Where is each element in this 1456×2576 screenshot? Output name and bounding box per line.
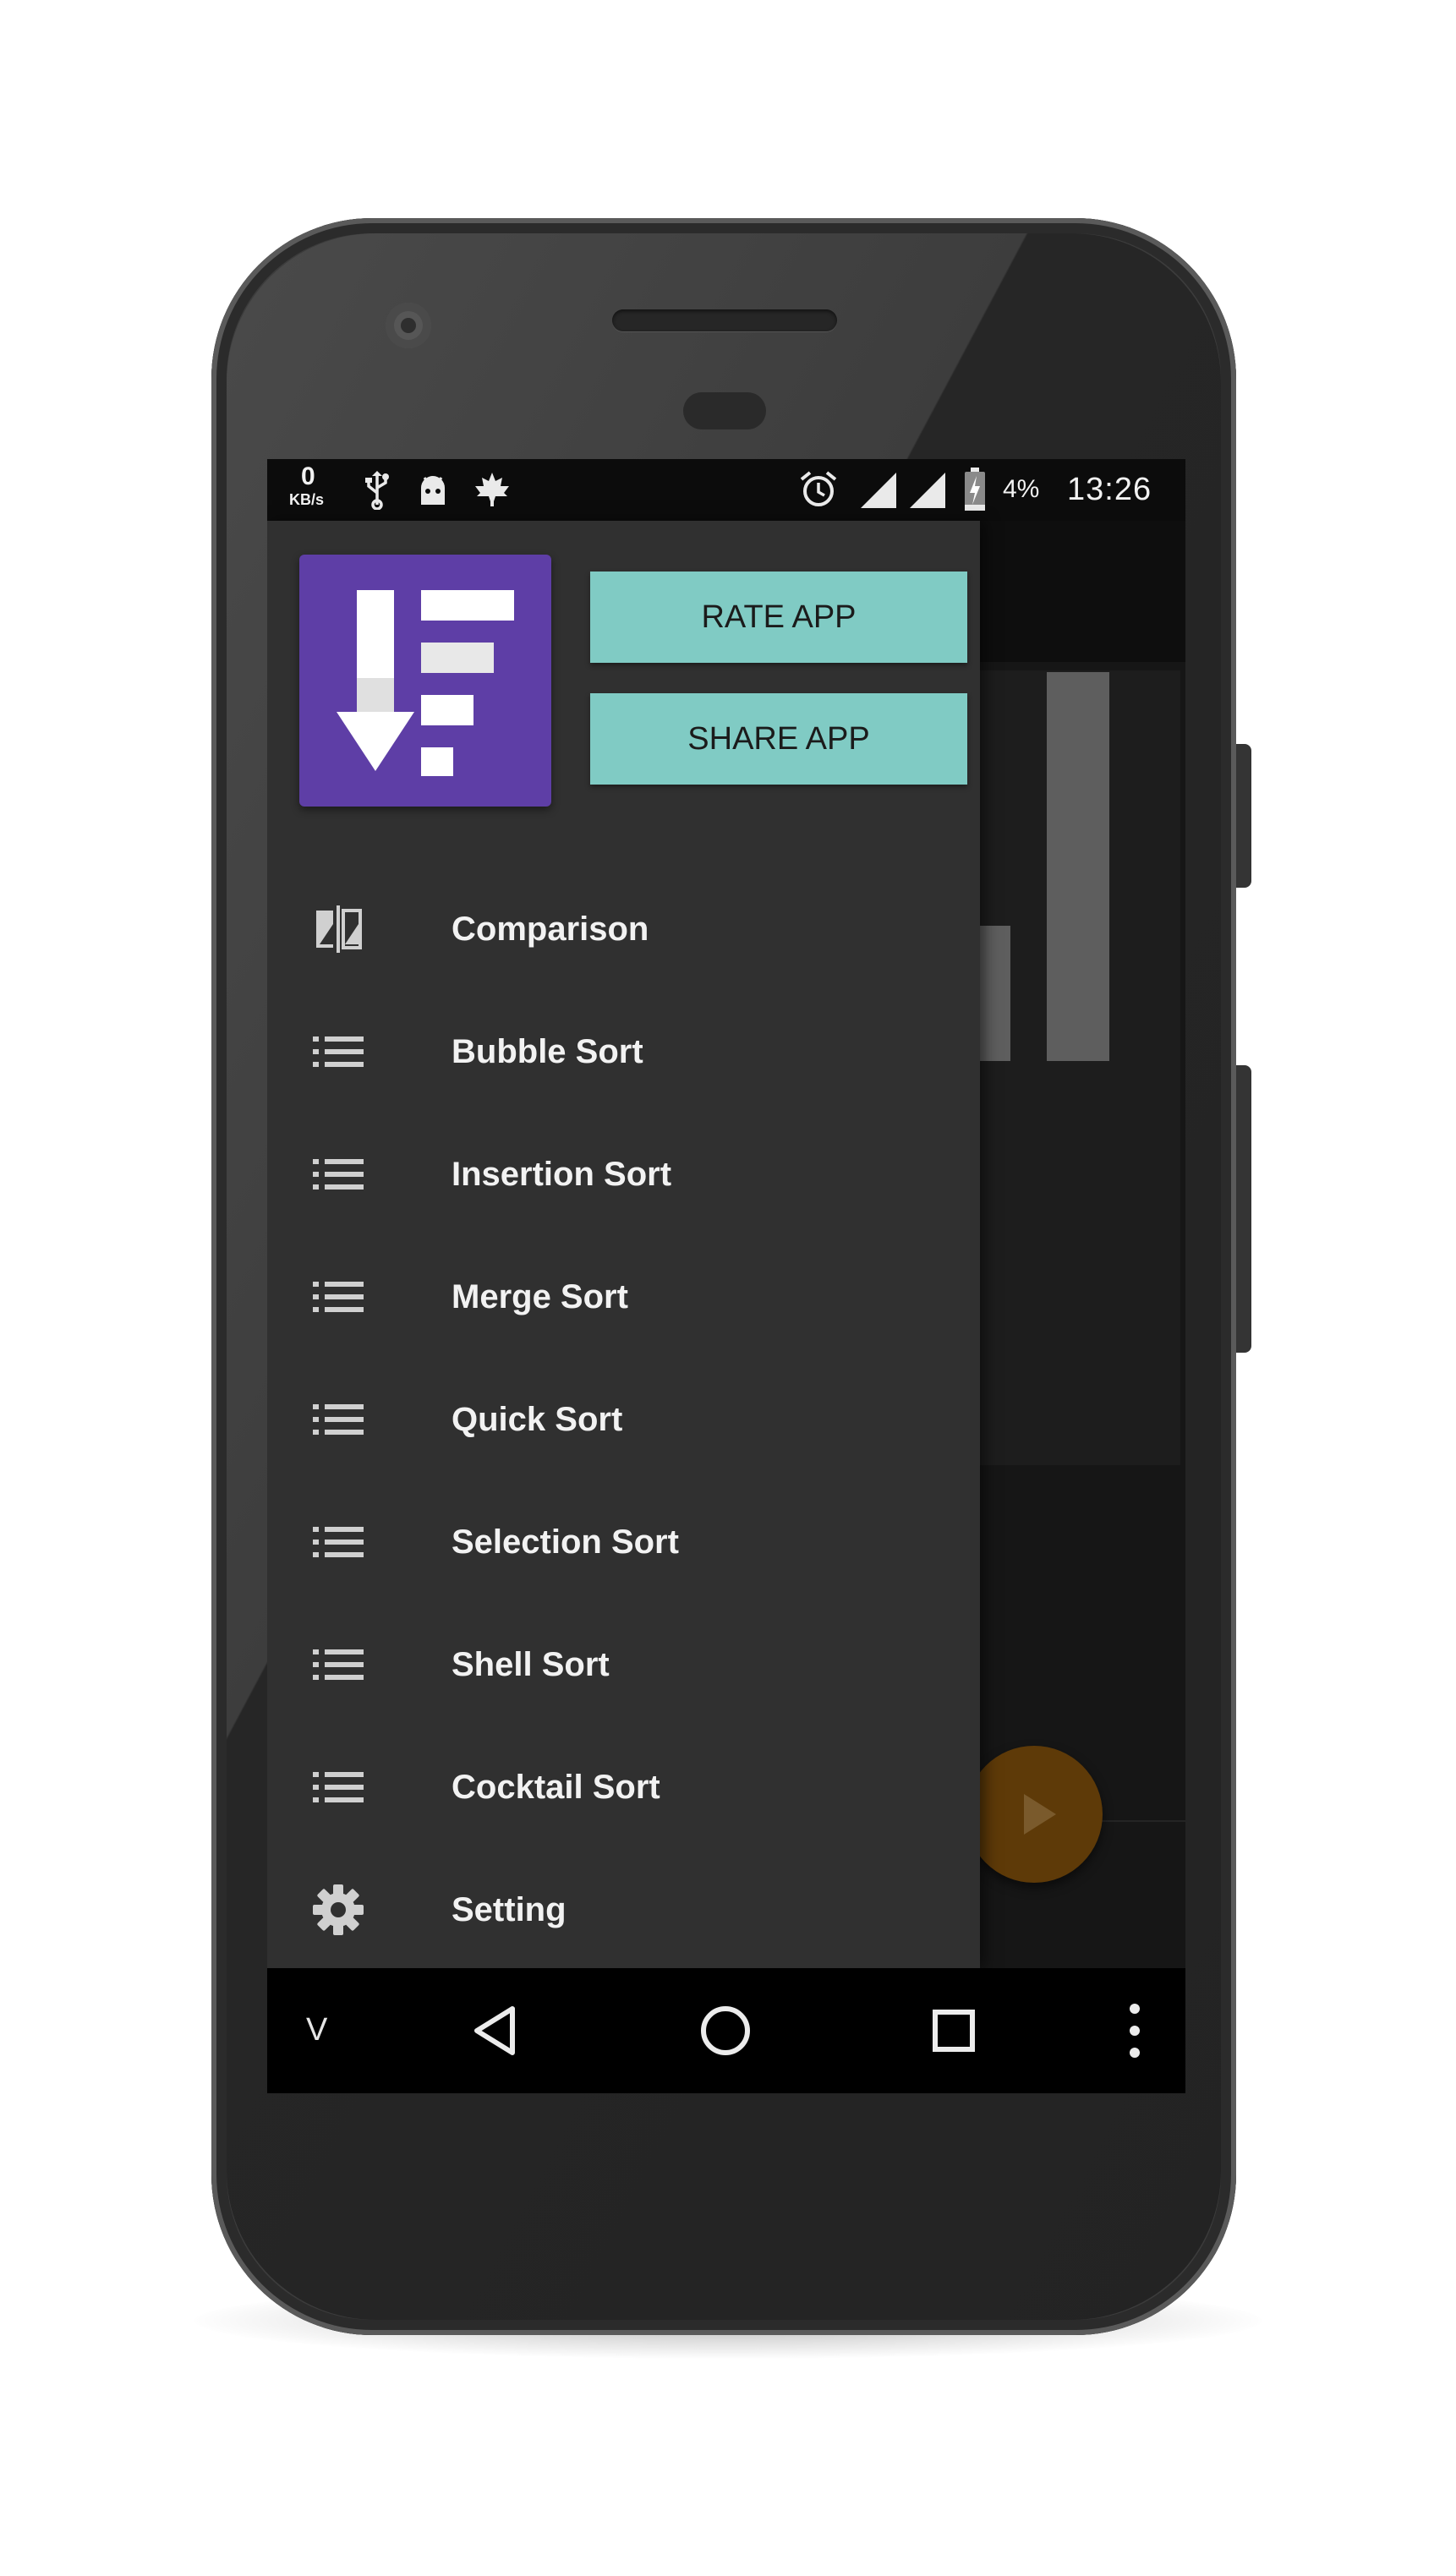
- background-app-bar: [980, 521, 1185, 662]
- navigation-drawer: RATE APP SHARE APP Comparison Bubble Sor…: [267, 521, 980, 1968]
- drawer-item-selection-sort[interactable]: Selection Sort: [267, 1481, 980, 1604]
- alarm-icon: [800, 471, 837, 506]
- phone-power-button: [1236, 744, 1251, 888]
- compare-icon: [316, 905, 362, 953]
- drawer-item-cocktail-sort[interactable]: Cocktail Sort: [267, 1726, 980, 1849]
- background-bar: [980, 926, 1010, 1061]
- status-bar: 0 KB/s 4% 13:26: [267, 459, 1185, 521]
- drawer-item-comparison[interactable]: Comparison: [267, 868, 980, 991]
- list-icon: [313, 1527, 364, 1557]
- gear-icon: [313, 1884, 364, 1935]
- android-debug-icon: [421, 476, 445, 505]
- drawer-item-insertion-sort[interactable]: Insertion Sort: [267, 1113, 980, 1236]
- usb-icon: [365, 471, 389, 510]
- drawer-item-label: Bubble Sort: [452, 1033, 643, 1070]
- drawer-item-shell-sort[interactable]: Shell Sort: [267, 1604, 980, 1726]
- nav-collapse-button[interactable]: V: [306, 2009, 327, 2051]
- more-vert-icon[interactable]: [1084, 1980, 1185, 2081]
- maple-leaf-icon: [475, 473, 509, 506]
- list-icon: [313, 1649, 364, 1680]
- drawer-item-label: Selection Sort: [452, 1523, 679, 1561]
- sort-descending-app-logo: [337, 590, 514, 776]
- drawer-item-label: Merge Sort: [452, 1278, 628, 1315]
- play-icon: [1024, 1794, 1056, 1835]
- wifi-signal-icon: [861, 473, 896, 508]
- background-chart-card: [980, 670, 1180, 1465]
- drawer-item-label: Shell Sort: [452, 1646, 610, 1683]
- drawer-item-label: Cocktail Sort: [452, 1769, 660, 1806]
- drawer-item-setting[interactable]: Setting: [267, 1849, 980, 1972]
- rate-app-button[interactable]: RATE APP: [590, 572, 967, 663]
- list-icon: [313, 1772, 364, 1802]
- home-icon[interactable]: [675, 1980, 776, 2081]
- recents-icon[interactable]: [903, 1980, 1004, 2081]
- list-icon: [313, 1404, 364, 1435]
- network-speed-unit: KB/s: [289, 491, 325, 508]
- cell-signal-icon: [910, 473, 945, 508]
- battery-percent: 4%: [1003, 475, 1040, 503]
- phone-volume-button: [1236, 1065, 1251, 1353]
- system-nav-bar: V: [267, 1968, 1185, 2093]
- drawer-item-label: Quick Sort: [452, 1401, 623, 1438]
- play-fab[interactable]: [966, 1746, 1103, 1883]
- list-icon: [313, 1159, 364, 1190]
- battery-charging-icon: [965, 468, 985, 511]
- front-camera: [386, 303, 431, 348]
- drawer-item-merge-sort[interactable]: Merge Sort: [267, 1236, 980, 1359]
- back-icon[interactable]: [446, 1980, 548, 2081]
- status-clock: 13:26: [1067, 472, 1152, 507]
- app-logo: [299, 555, 551, 807]
- background-bar: [1047, 672, 1109, 1061]
- phone-screen: 0 KB/s 4% 13:26 RATE APP SHARE APP Compa…: [267, 459, 1185, 2093]
- drawer-item-label: Comparison: [452, 911, 649, 948]
- drawer-item-quick-sort[interactable]: Quick Sort: [267, 1359, 980, 1481]
- share-app-button[interactable]: SHARE APP: [590, 693, 967, 785]
- drawer-item-bubble-sort[interactable]: Bubble Sort: [267, 991, 980, 1113]
- drawer-item-label: Setting: [452, 1891, 567, 1928]
- list-icon: [313, 1282, 364, 1312]
- earpiece-speaker: [612, 309, 837, 331]
- list-icon: [313, 1036, 364, 1067]
- drawer-item-label: Insertion Sort: [452, 1156, 672, 1193]
- network-speed-value: 0: [301, 462, 315, 490]
- proximity-sensor: [683, 392, 766, 429]
